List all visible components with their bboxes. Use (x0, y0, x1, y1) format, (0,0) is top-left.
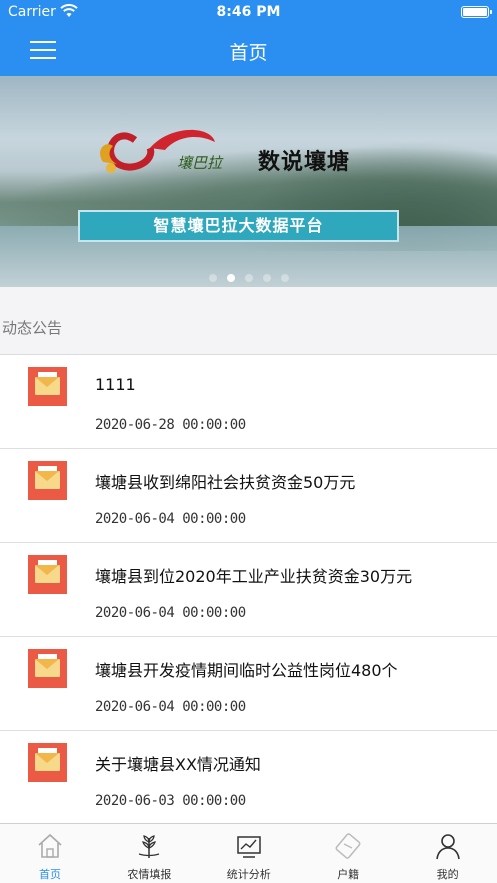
notice-date: 2020-06-04 00:00:00 (95, 699, 246, 715)
carousel-dot[interactable] (262, 274, 271, 282)
notice-row[interactable]: 壤塘县开发疫情期间临时公益性岗位480个 2020-06-04 00:00:00 (0, 637, 497, 731)
notice-row[interactable]: 关于壤塘县XX情况通知 2020-06-03 00:00:00 (0, 731, 497, 825)
clock: 8:46 PM (216, 4, 281, 20)
banner-title: 数说壤塘 (258, 150, 351, 175)
tab-label: 农情填报 (127, 868, 172, 881)
status-bar: Carrier 8:46 PM (0, 0, 497, 26)
envelope-icon (28, 367, 67, 406)
notice-title: 关于壤塘县XX情况通知 (95, 755, 261, 774)
page-title: 首页 (229, 42, 268, 64)
envelope-icon (28, 649, 67, 688)
banner-carousel[interactable]: 壤巴拉 数说壤塘 智慧壤巴拉大数据平台 (0, 76, 497, 287)
envelope-icon (28, 555, 67, 594)
logo-text: 壤巴拉 (177, 154, 224, 172)
notice-date: 2020-06-04 00:00:00 (95, 605, 246, 621)
notice-row[interactable]: 壤塘县收到绵阳社会扶贫资金50万元 2020-06-04 00:00:00 (0, 449, 497, 543)
banner-subtitle: 智慧壤巴拉大数据平台 (153, 216, 324, 235)
wheat-icon (139, 835, 160, 858)
tab-label: 户籍 (337, 868, 360, 881)
carousel-dot[interactable] (208, 274, 217, 282)
envelope-icon (28, 461, 67, 500)
home-icon (38, 833, 62, 858)
battery-icon (461, 6, 492, 18)
tab-wheat[interactable]: 农情填报 (99, 824, 199, 883)
notice-date: 2020-06-04 00:00:00 (95, 511, 246, 527)
notice-heading: 动态公告 (2, 319, 63, 337)
notice-row[interactable]: 1111 2020-06-28 00:00:00 (0, 355, 497, 449)
notice-date: 2020-06-28 00:00:00 (95, 417, 246, 433)
tab-label: 我的 (436, 868, 459, 881)
envelope-icon (28, 743, 67, 782)
top-bar: Carrier 8:46 PM 首页 (0, 0, 497, 76)
tab-chart[interactable]: 统计分析 (199, 824, 299, 883)
carousel-dot[interactable] (244, 274, 253, 282)
notice-row[interactable]: 壤塘县到位2020年工业产业扶贫资金30万元 2020-06-04 00:00:0… (0, 543, 497, 637)
banner-subtitle-plate: 智慧壤巴拉大数据平台 (78, 210, 399, 242)
carousel-dot[interactable] (280, 274, 289, 282)
notice-section-header: 动态公告 (0, 287, 497, 355)
carousel-dot[interactable] (226, 274, 235, 282)
logo-icon: 壤巴拉 (100, 129, 224, 173)
tab-user[interactable]: 我的 (398, 824, 497, 883)
notice-title: 壤塘县开发疫情期间临时公益性岗位480个 (95, 661, 398, 680)
tab-label: 统计分析 (226, 868, 271, 881)
carousel-indicators (0, 267, 497, 282)
tab-bar: 首页 农情填报 统计分析 户籍 我的 (0, 823, 497, 883)
tab-label: 首页 (39, 868, 61, 881)
tab-home[interactable]: 首页 (0, 824, 100, 883)
notice-title: 1111 (95, 375, 136, 394)
user-icon (435, 834, 460, 860)
notice-title: 壤塘县到位2020年工业产业扶贫资金30万元 (95, 567, 413, 586)
notice-title: 壤塘县收到绵阳社会扶贫资金50万元 (95, 473, 356, 492)
notice-list: 1111 2020-06-28 00:00:00 壤塘县收到绵阳社会扶贫资金50万元… (0, 355, 497, 825)
notice-date: 2020-06-03 00:00:00 (95, 793, 246, 809)
chart-icon (237, 836, 261, 858)
tab-id-card[interactable]: 户籍 (298, 824, 398, 883)
id-card-icon (335, 833, 361, 859)
